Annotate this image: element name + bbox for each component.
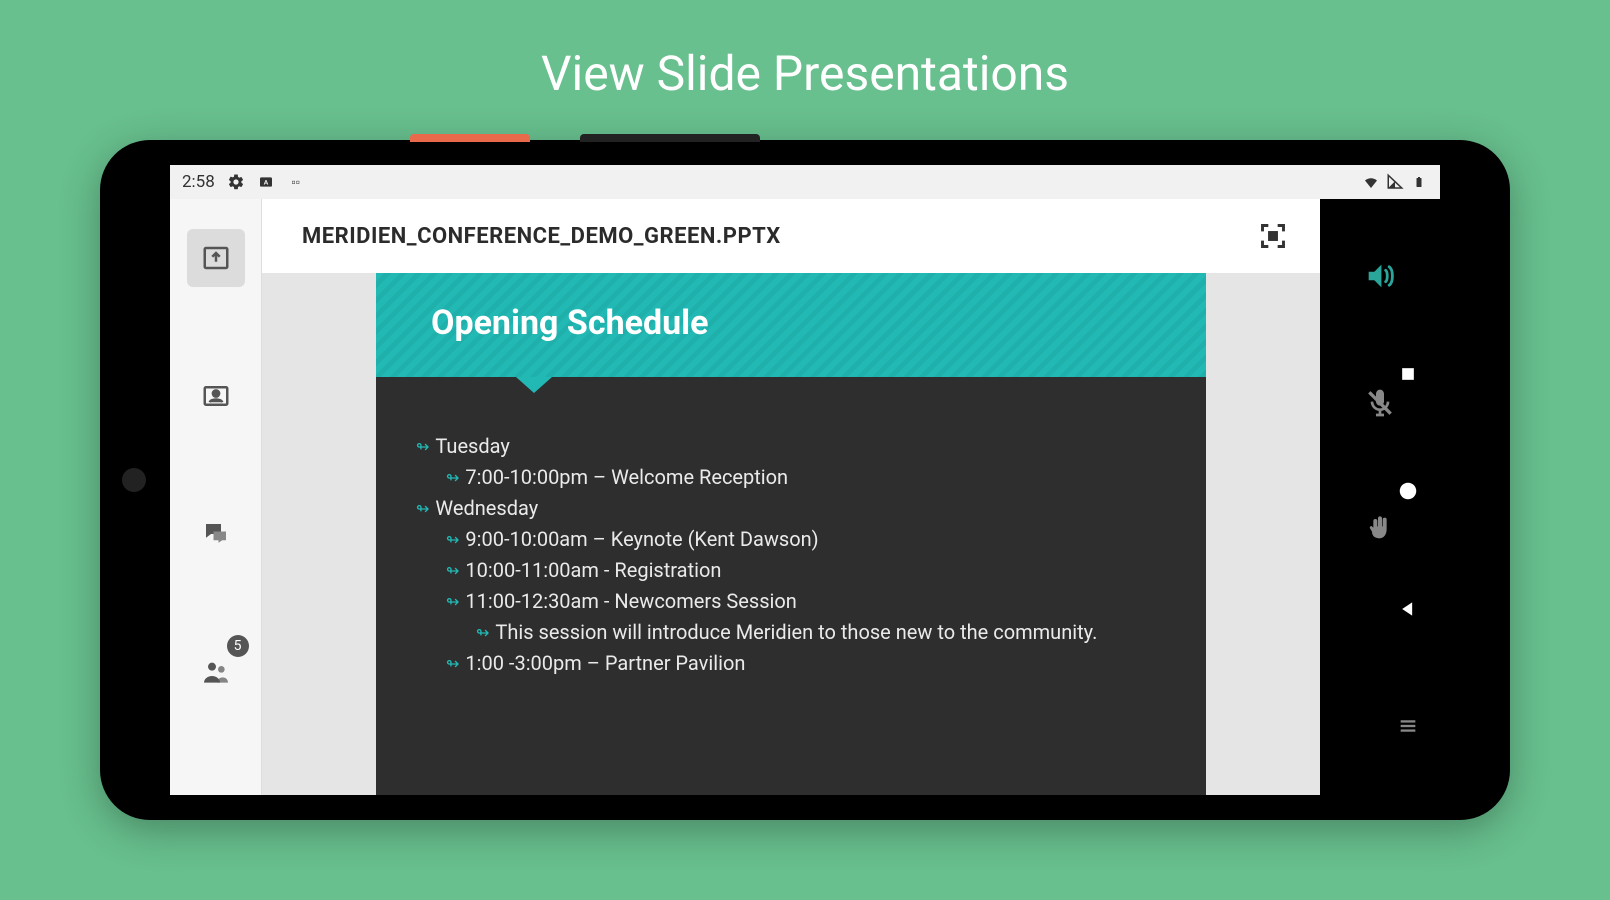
slide-viewport: Opening Schedule ↬Tuesday↬7:00-10:00pm –… [262, 273, 1320, 795]
svg-text:A: A [264, 179, 269, 187]
slide-title: Opening Schedule [431, 303, 1151, 343]
slide-bullet: ↬Tuesday [416, 431, 1166, 462]
file-name: MERIDIEN_CONFERENCE_DEMO_GREEN.PPTX [302, 224, 781, 249]
share-pod-button[interactable] [187, 229, 245, 287]
app-area: 5 MERIDIEN_CONFERENCE_DEMO_GREEN.PPTX Op… [170, 199, 1440, 795]
bullet-text: Wednesday [435, 493, 538, 524]
chat-button[interactable] [187, 505, 245, 563]
status-time: 2:58 [182, 172, 215, 192]
bullet-icon: ↬ [476, 621, 489, 646]
slide-bullet: ↬1:00 -3:00pm – Partner Pavilion [416, 648, 1166, 679]
top-notch [580, 134, 760, 142]
screen: 2:58 A ▫▫ [170, 165, 1440, 795]
bullet-text: Tuesday [435, 431, 509, 462]
nav-recents-button[interactable] [1396, 362, 1420, 386]
cellular-icon [1386, 173, 1404, 191]
bullet-text: 11:00-12:30am - Newcomers Session [465, 586, 796, 617]
participants-button[interactable]: 5 [187, 643, 245, 701]
bullet-text: 9:00-10:00am – Keynote (Kent Dawson) [465, 524, 818, 555]
slide-bullet: ↬11:00-12:30am - Newcomers Session [416, 586, 1166, 617]
bullet-icon: ↬ [446, 590, 459, 615]
content-area: MERIDIEN_CONFERENCE_DEMO_GREEN.PPTX Open… [262, 199, 1320, 795]
power-button-accent [410, 134, 530, 142]
slide-body: ↬Tuesday↬7:00-10:00pm – Welcome Receptio… [376, 377, 1206, 699]
settings-icon [227, 173, 245, 191]
android-status-bar: 2:58 A ▫▫ [170, 165, 1440, 199]
slide-bullet: ↬9:00-10:00am – Keynote (Kent Dawson) [416, 524, 1166, 555]
bullet-text: 7:00-10:00pm – Welcome Reception [465, 462, 788, 493]
misc-status-icon: ▫▫ [287, 173, 305, 191]
front-camera [122, 468, 146, 492]
slide-title-bar: Opening Schedule [376, 273, 1206, 377]
phone-frame: 2:58 A ▫▫ [100, 140, 1510, 820]
page-heading: View Slide Presentations [0, 0, 1610, 102]
left-nav-rail: 5 [170, 199, 262, 795]
attendees-button[interactable] [187, 367, 245, 425]
nav-menu-icon[interactable] [1396, 714, 1420, 738]
participants-badge: 5 [227, 635, 249, 657]
file-header: MERIDIEN_CONFERENCE_DEMO_GREEN.PPTX [262, 199, 1320, 273]
bullet-icon: ↬ [446, 559, 459, 584]
battery-icon [1410, 173, 1428, 191]
bullet-icon: ↬ [446, 652, 459, 677]
slide-bullet: ↬10:00-11:00am - Registration [416, 555, 1166, 586]
bullet-icon: ↬ [416, 435, 429, 460]
bullet-text: This session will introduce Meridien to … [495, 617, 1097, 648]
keyboard-icon: A [257, 173, 275, 191]
slide: Opening Schedule ↬Tuesday↬7:00-10:00pm –… [376, 273, 1206, 795]
bullet-icon: ↬ [446, 466, 459, 491]
android-nav-bar [1380, 315, 1435, 785]
bullet-text: 10:00-11:00am - Registration [465, 555, 721, 586]
wifi-icon [1362, 173, 1380, 191]
slide-bullet: ↬This session will introduce Meridien to… [416, 617, 1166, 648]
speaker-button[interactable] [1363, 259, 1397, 297]
bullet-icon: ↬ [446, 528, 459, 553]
fullscreen-button[interactable] [1256, 219, 1290, 253]
nav-back-button[interactable] [1396, 597, 1420, 621]
slide-bullet: ↬Wednesday [416, 493, 1166, 524]
nav-home-button[interactable] [1396, 479, 1420, 503]
bullet-text: 1:00 -3:00pm – Partner Pavilion [465, 648, 745, 679]
slide-bullet: ↬7:00-10:00pm – Welcome Reception [416, 462, 1166, 493]
bullet-icon: ↬ [416, 497, 429, 522]
